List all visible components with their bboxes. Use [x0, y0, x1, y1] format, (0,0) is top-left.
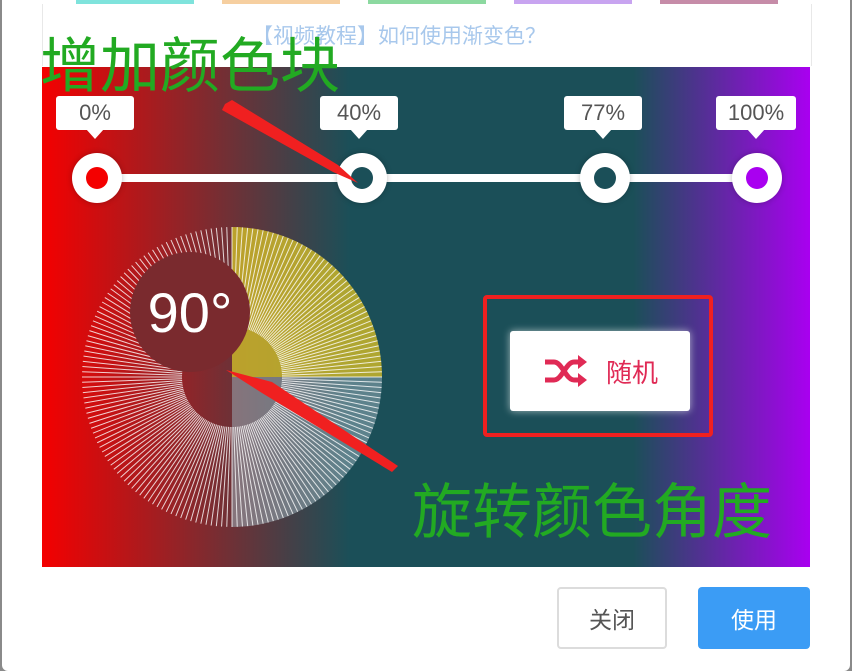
random-highlight-box [483, 295, 713, 437]
gradient-stop-handle[interactable] [72, 153, 122, 203]
annotation-add-color-block: 增加颜色块 [40, 32, 340, 102]
stop-color-dot [351, 167, 373, 189]
angle-readout: 90° [147, 280, 233, 344]
stop-label: 77% [564, 96, 642, 139]
annotation-rotate-angle: 旋转颜色角度 [412, 478, 772, 548]
gradient-stop-handle[interactable] [580, 153, 630, 203]
stop-color-dot [86, 167, 108, 189]
stop-color-dot [594, 167, 616, 189]
angle-ray [84, 388, 184, 415]
gradient-stop-handle[interactable] [732, 153, 782, 203]
angle-center[interactable]: 90° [130, 252, 250, 372]
use-button[interactable]: 使用 [698, 587, 810, 649]
gradient-stop-track[interactable] [97, 174, 757, 182]
close-button[interactable]: 关闭 [557, 587, 667, 649]
stop-label: 100% [716, 96, 796, 139]
angle-ray [194, 425, 221, 525]
stop-color-dot [746, 167, 768, 189]
gradient-stop-handle[interactable] [337, 153, 387, 203]
